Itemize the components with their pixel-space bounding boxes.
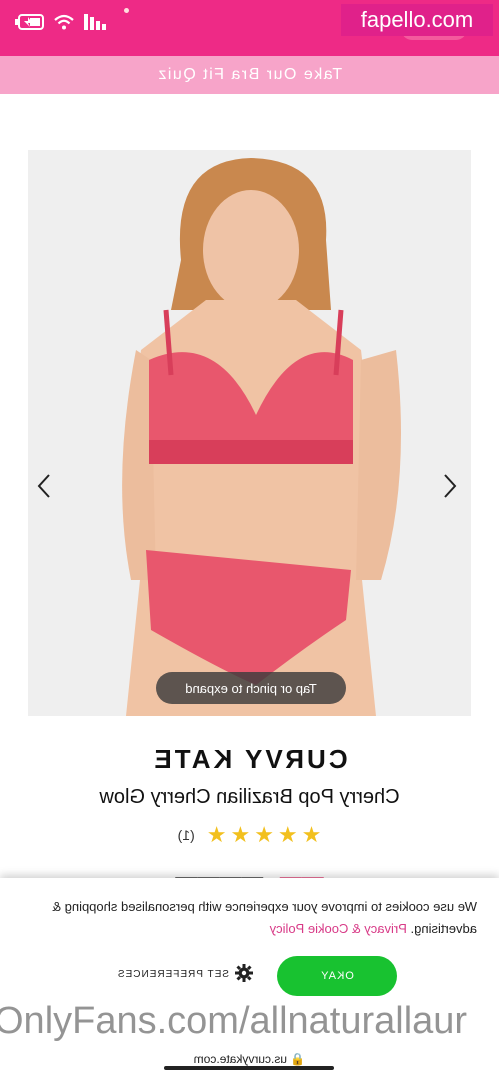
product-gallery[interactable]: [28, 150, 471, 716]
product-rating[interactable]: ★ ★ ★ ★ ★ (1): [0, 822, 499, 847]
battery-charging-icon: [14, 14, 44, 30]
set-preferences-button[interactable]: SET PREFERENCES: [117, 964, 253, 985]
top-watermark: fapello.com: [341, 4, 493, 36]
bottom-watermark: OnlyFans.com/allnaturallaur: [0, 1000, 468, 1042]
star-icon: ★: [301, 822, 322, 847]
cookie-message: We use cookies to improve your experienc…: [21, 896, 477, 940]
set-preferences-label: SET PREFERENCES: [116, 969, 229, 980]
signal-icon: [84, 14, 106, 30]
cookie-text: We use cookies to improve your experienc…: [52, 899, 477, 936]
okay-button[interactable]: OKAY: [277, 956, 397, 996]
promo-text: Take Our Bra Fit Quiz: [156, 66, 343, 83]
gear-icon: [235, 964, 253, 985]
bra-fit-quiz-banner[interactable]: Take Our Bra Fit Quiz: [0, 56, 499, 94]
cookie-banner: We use cookies to improve your experienc…: [0, 878, 499, 1080]
notification-dot: [124, 8, 129, 13]
rating-count: (1): [177, 827, 195, 843]
privacy-policy-link[interactable]: Privacy & Cookie Policy: [270, 921, 407, 936]
product-photo: [28, 150, 471, 716]
browser-url[interactable]: 🔒 us.curvykate.com: [0, 1052, 499, 1066]
product-name: Cherry Pop Brazilian Cherry Glow: [99, 786, 400, 808]
star-icon: ★: [230, 822, 251, 847]
wifi-icon: [54, 14, 74, 30]
url-text: us.curvykate.com: [193, 1052, 288, 1066]
star-icon: ★: [277, 822, 298, 847]
lock-icon: 🔒: [290, 1052, 306, 1066]
star-icon: ★: [206, 822, 227, 847]
star-icon: ★: [254, 822, 274, 847]
chevron-right-icon[interactable]: [31, 472, 59, 500]
expand-hint[interactable]: Tap or pinch to expand: [156, 672, 346, 704]
home-indicator: [164, 1066, 334, 1070]
product-brand[interactable]: CURVY KATE: [0, 744, 499, 775]
status-icons: [14, 14, 106, 30]
mobile-page: Take Our Bra Fit Quiz Tap or pinch to ex…: [0, 0, 499, 1080]
chevron-left-icon[interactable]: [435, 472, 463, 500]
